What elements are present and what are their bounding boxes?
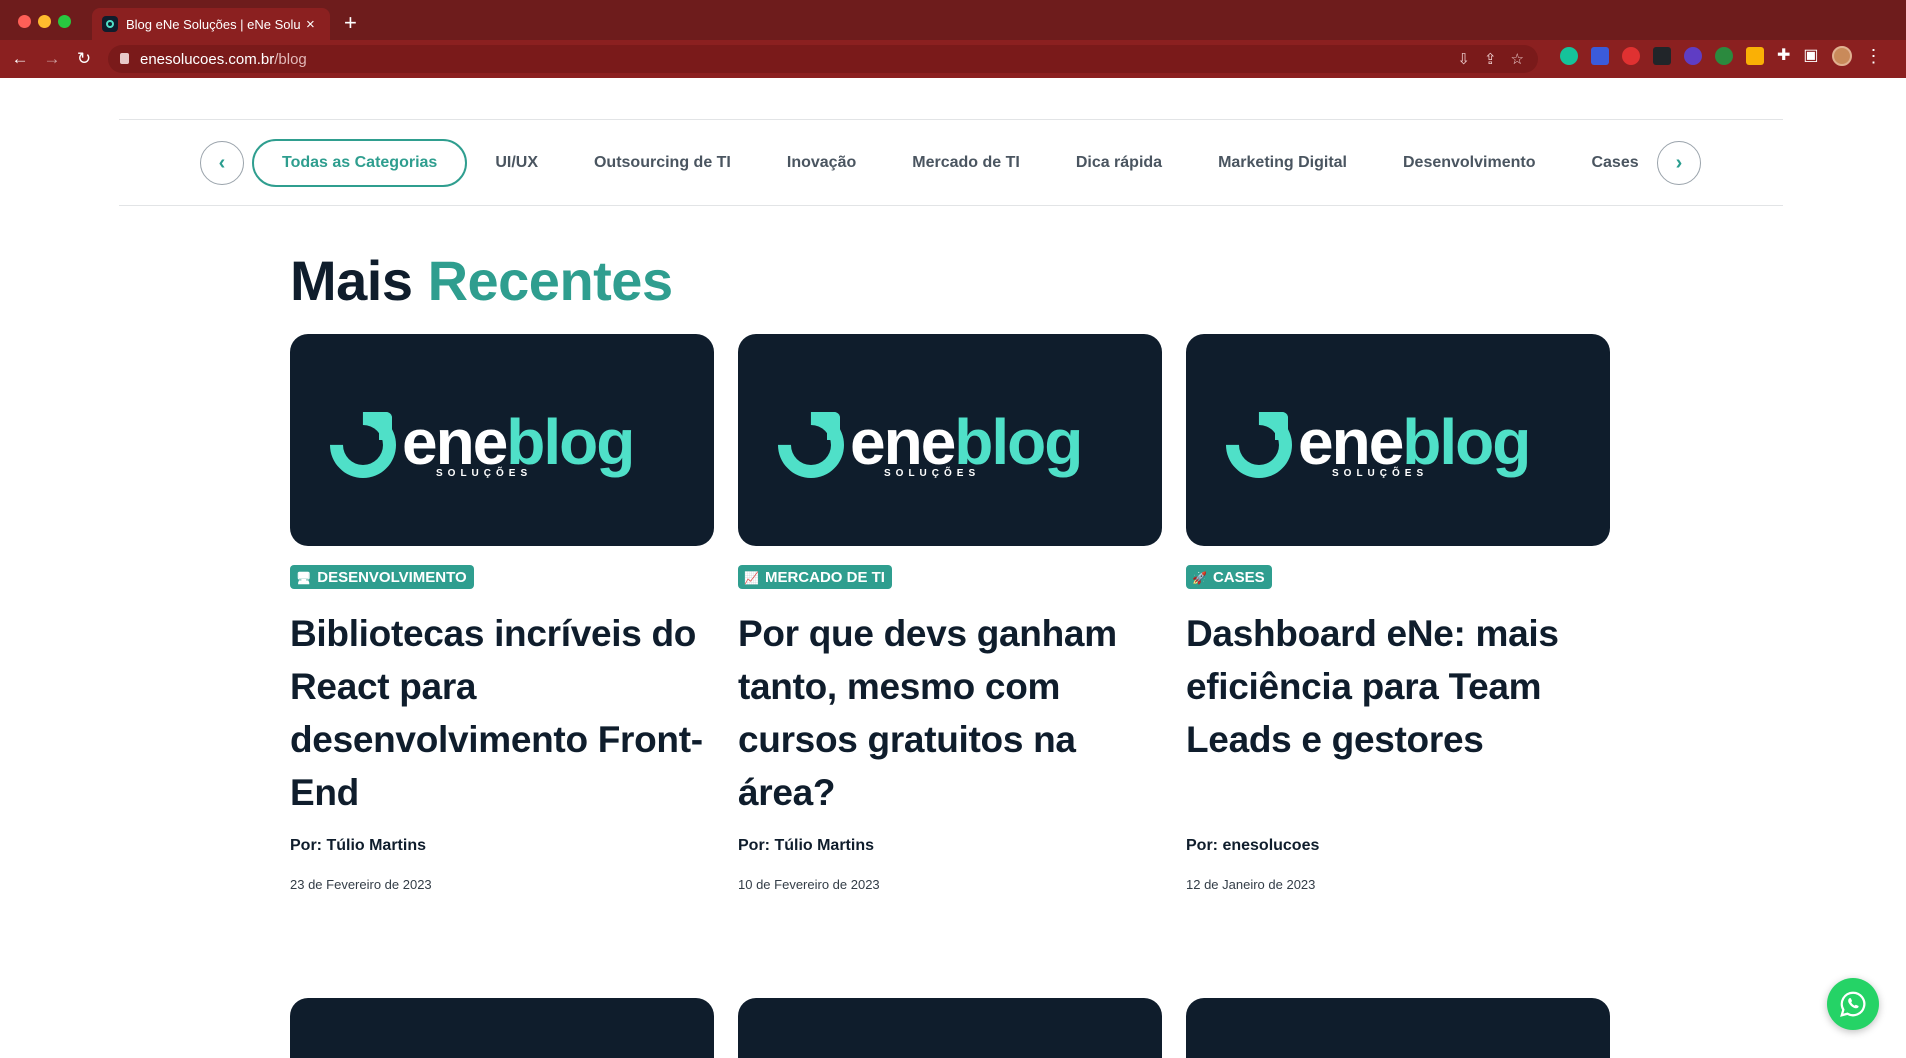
category-bar-bottom-divider [119,205,1783,206]
whatsapp-icon [1840,991,1866,1017]
post-title[interactable]: Bibliotecas incríveis do React para dese… [290,607,714,819]
url-text[interactable]: enesolucoes.com.br/blog [140,51,307,68]
lock-icon[interactable] [120,53,129,64]
maximize-window-button[interactable] [58,15,71,28]
post-author: Por: Túlio Martins [738,837,874,854]
post-date: 12 de Janeiro de 2023 [1186,877,1316,892]
link-icon[interactable] [1591,47,1609,65]
eneblog-logo: eneblog SOLUÇÕES [1212,398,1531,492]
url-path: /blog [274,51,307,68]
ene-logo-mark-icon [316,398,410,492]
reload-button[interactable]: ↻ [72,46,96,72]
puzzle-icon[interactable]: ✚ [1777,47,1790,65]
menu-dots-icon[interactable]: ⋮ [1865,47,1883,65]
category-ui-ux[interactable]: UI/UX [467,139,566,187]
star-icon[interactable]: ☆ [1511,50,1524,68]
hand-icon[interactable] [1622,47,1640,65]
category-mercado-de-ti[interactable]: Mercado de TI [884,139,1048,187]
rocket-icon: 🚀 [1192,570,1207,585]
category-badge[interactable]: 📈 MERCADO DE TI [738,565,892,589]
category-badge[interactable]: 🖥 DESENVOLVIMENTO [290,565,474,589]
ene-logo-mark-icon [1212,398,1306,492]
tab-close-icon[interactable]: × [306,16,315,33]
logo-subtitle: SOLUÇÕES [1332,468,1429,479]
category-marketing-digital[interactable]: Marketing Digital [1190,139,1375,187]
chart-icon: 📈 [744,570,759,585]
minimize-window-button[interactable] [38,15,51,28]
dollar-icon[interactable] [1715,47,1733,65]
section-title-accent: Recentes [427,249,674,312]
monitor-icon: 🖥 [296,570,312,585]
post-card[interactable]: eneblog SOLUÇÕES 🖥 DESENVOLVIMENTO Bibli… [290,334,714,892]
sidebar-icon[interactable]: ▣ [1803,47,1818,65]
tab-favicon-icon [102,16,118,32]
category-outsourcing[interactable]: Outsourcing de TI [566,139,759,187]
close-window-button[interactable] [18,15,31,28]
new-tab-button[interactable]: + [344,10,357,36]
category-prev-button[interactable]: ‹ [200,141,244,185]
post-date: 10 de Fevereiro de 2023 [738,877,880,892]
post-title[interactable]: Por que devs ganham tanto, mesmo com cur… [738,607,1162,819]
back-button[interactable]: ← [8,46,32,72]
grammarly-icon[interactable] [1560,47,1578,65]
google-icon[interactable] [1653,47,1671,65]
category-dica-rapida[interactable]: Dica rápida [1048,139,1190,187]
browser-chrome: Blog eNe Soluções | eNe Soluç × + ← → ↻ … [0,0,1906,78]
post-thumbnail[interactable]: eneblog SOLUÇÕES [1186,334,1610,546]
ene-logo-mark-icon [764,398,858,492]
post-thumbnail[interactable]: eneblog SOLUÇÕES [290,334,714,546]
post-card-thumbnail-partial[interactable] [1186,998,1610,1058]
section-title-plain: Mais [290,249,413,312]
logo-subtitle: SOLUÇÕES [436,468,533,479]
category-bar-top-divider [119,119,1783,120]
gear-extension-icon[interactable] [1684,47,1702,65]
post-card-thumbnail-partial[interactable] [738,998,1162,1058]
category-inovacao[interactable]: Inovação [759,139,884,187]
category-badge-label: DESENVOLVIMENTO [317,569,467,586]
browser-tab[interactable]: Blog eNe Soluções | eNe Soluç × [92,8,330,40]
whatsapp-button[interactable] [1827,978,1879,1030]
category-list: Todas as Categorias UI/UX Outsourcing de… [252,139,1667,187]
category-badge-label: CASES [1212,569,1265,586]
category-desenvolvimento[interactable]: Desenvolvimento [1375,139,1563,187]
category-next-button[interactable]: › [1657,141,1701,185]
category-cases[interactable]: Cases [1563,139,1666,187]
post-title[interactable]: Dashboard eNe: mais eficiência para Team… [1186,607,1610,819]
address-bar[interactable]: enesolucoes.com.br/blog ⇩ ⇪ ☆ [108,45,1538,73]
post-card[interactable]: eneblog SOLUÇÕES 🚀 CASES Dashboard eNe: … [1186,334,1610,892]
post-card-thumbnail-partial[interactable] [290,998,714,1058]
category-badge-label: MERCADO DE TI [764,569,885,586]
profile-avatar[interactable] [1831,46,1852,66]
category-badge[interactable]: 🚀 CASES [1186,565,1272,589]
section-title: Mais Recentes [290,248,673,313]
url-domain: enesolucoes.com.br [140,51,275,68]
post-date: 23 de Fevereiro de 2023 [290,877,432,892]
extensions-bar: ✚ ▣ ⋮ [1560,46,1883,66]
eneblog-logo: eneblog SOLUÇÕES [764,398,1083,492]
post-author: Por: enesolucoes [1186,837,1320,854]
post-author: Por: Túlio Martins [290,837,426,854]
install-icon[interactable]: ⇩ [1457,50,1470,68]
post-card[interactable]: eneblog SOLUÇÕES 📈 MERCADO DE TI Por que… [738,334,1162,892]
forward-button[interactable]: → [40,46,64,72]
logo-subtitle: SOLUÇÕES [884,468,981,479]
tab-title: Blog eNe Soluções | eNe Soluç [126,16,300,32]
post-thumbnail[interactable]: eneblog SOLUÇÕES [738,334,1162,546]
b-extension-icon[interactable] [1746,47,1764,65]
eneblog-logo: eneblog SOLUÇÕES [316,398,635,492]
category-all[interactable]: Todas as Categorias [252,139,468,187]
share-icon[interactable]: ⇪ [1484,50,1497,68]
